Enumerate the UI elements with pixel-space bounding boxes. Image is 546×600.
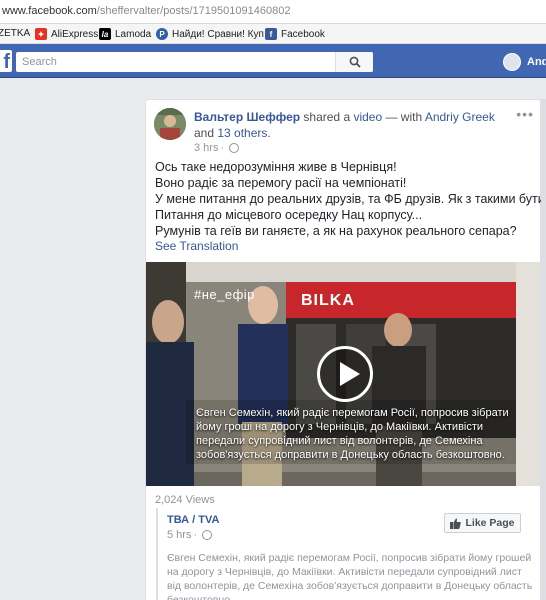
bookmarks-bar: ZETKA ✦ AliExpress la Lamoda P Найди! Ср… [0,24,546,44]
address-bar[interactable]: www.facebook.com/sheffervalter/posts/171… [0,0,546,24]
bookmark-label: AliExpress [51,28,99,40]
bookmark-rozetka[interactable]: ZETKA [0,28,30,39]
profile-link[interactable]: Andi [503,53,546,71]
scrollbar[interactable] [541,99,546,600]
price-icon: P [156,28,168,40]
author-avatar[interactable] [154,108,186,140]
store-sign: BILKA [301,292,355,309]
shared-text: Євген Семехін, який радіє перемогам Росі… [167,552,533,600]
post-line: У мене питання до реальних друзів, та ФБ… [155,192,546,206]
author-name[interactable]: Вальтер Шеффер [194,110,300,124]
facebook-header: f Search Andi [0,44,546,78]
headline-text: . [267,126,271,140]
video-link[interactable]: video [353,110,382,124]
globe-icon [202,530,213,540]
video-hashtag: #не_ефір [194,287,255,302]
play-icon[interactable] [317,346,373,402]
post-options-icon[interactable]: ••• [516,106,534,122]
avatar [503,53,521,71]
view-count: 2,024 Views [155,494,215,506]
lamoda-icon: la [99,28,111,40]
bookmark-price[interactable]: P Найди! Сравни! Куп [156,28,264,40]
headline-text: shared a [300,110,354,124]
bookmark-label: Найди! Сравни! Куп [172,28,264,40]
search-input[interactable]: Search [22,56,335,68]
bookmark-label: Lamoda [115,28,152,40]
tagged-others[interactable]: 13 others [217,126,267,140]
profile-name: Andi [527,56,546,68]
tagged-user[interactable]: Andriy Greek [425,110,495,124]
search-icon [349,56,361,68]
bookmark-label: ZETKA [0,28,31,39]
facebook-icon: f [265,28,277,40]
bookmark-aliexpress[interactable]: ✦ AliExpress [35,28,98,40]
aliexpress-icon: ✦ [35,28,47,40]
video-caption: Євген Семехін, який радіє перемогам Росі… [196,407,509,461]
bookmark-label: Facebook [281,28,325,40]
search-button[interactable] [335,52,373,72]
search-box[interactable]: Search [16,52,373,72]
headline-text: — with [382,110,425,124]
facebook-logo-icon[interactable]: f [0,50,12,73]
video-player[interactable]: BILKA #не_ефір Євген Семехін, який радіє… [146,262,540,486]
shared-time[interactable]: 5 hrs [167,529,191,541]
like-page-label: Like Page [465,517,515,529]
like-page-button[interactable]: Like Page [444,513,521,533]
post-line: Ось таке недорозуміння живе в Чернівця! [155,160,397,174]
post-time[interactable]: 3 hrs [194,142,218,154]
see-translation-link[interactable]: See Translation [155,239,238,253]
url-path: /sheffervalter/posts/1719501091460802 [96,5,291,17]
url-text[interactable]: www.facebook.com/sheffervalter/posts/171… [2,5,290,17]
post-line: Румунів та геїв ви ганяєте, а як на раху… [155,224,517,238]
bookmark-lamoda[interactable]: la Lamoda [99,28,151,40]
thumbs-up-icon [450,518,462,529]
headline-text: and [194,126,218,140]
bookmark-facebook[interactable]: f Facebook [265,28,325,40]
shared-post: ТВА / TVA 5 hrs · Like Page Євген Семехі… [156,508,534,600]
url-domain: www.facebook.com [2,5,97,17]
post-line: Питання до місцевого осередку Нац корпус… [155,208,423,222]
post-card: Вальтер Шеффер shared a video — with And… [145,99,546,600]
post-line: Воно радіє за перемогу расії на чемпіона… [155,176,407,190]
post-text: Ось таке недорозуміння живе в Чернівця! … [155,159,546,239]
globe-icon [229,143,240,153]
post-headline: Вальтер Шеффер shared a video — with And… [194,109,514,141]
post-meta: 3 hrs · [194,142,240,154]
